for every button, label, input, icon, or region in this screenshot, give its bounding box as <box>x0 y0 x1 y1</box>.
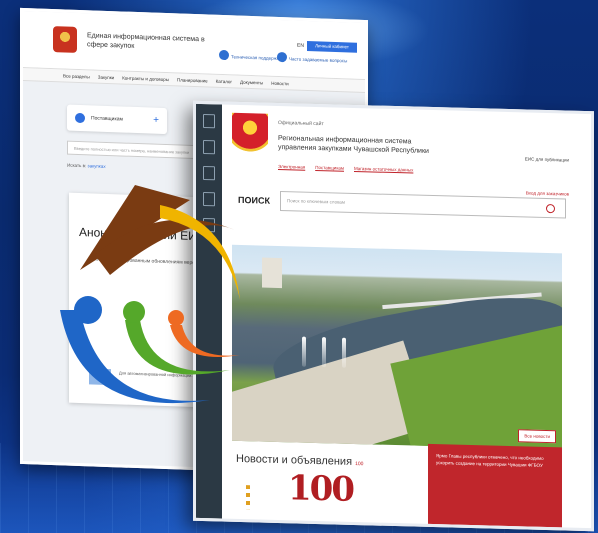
faq-icon[interactable] <box>277 51 287 63</box>
orange-figure-head <box>168 310 184 326</box>
anniversary-logo: 100 <box>288 468 353 510</box>
fountain <box>342 337 346 368</box>
plus-icon[interactable]: + <box>153 115 159 126</box>
check-icon <box>75 112 85 124</box>
support-icon[interactable] <box>219 49 229 61</box>
faq-link[interactable]: Часто задаваемые вопросы <box>289 56 347 63</box>
green-figure-head <box>123 301 145 323</box>
suppliers-tile[interactable]: Поставщикам + <box>67 104 167 135</box>
orange-arc <box>160 205 240 300</box>
news-item[interactable]: Ярмо Главы республики отмечено, что необ… <box>428 443 562 528</box>
news-heading: Новости и объявления 100 <box>236 453 363 468</box>
login-button[interactable]: Личный кабинет <box>307 40 357 53</box>
fountain <box>322 337 326 368</box>
site-title: Региональная информационная система упра… <box>278 134 429 155</box>
eis-publication-link[interactable]: ЕИС для публикации <box>525 156 569 162</box>
eis-title: Единая информационная система в сфере за… <box>87 32 205 50</box>
customer-login-link[interactable]: Вход для заказчиков <box>526 190 569 196</box>
menu-item[interactable]: Планирование <box>177 77 208 86</box>
home-icon[interactable] <box>203 114 215 129</box>
language-switch[interactable]: EN <box>297 43 304 49</box>
blue-figure-head <box>74 296 102 324</box>
menu-item[interactable]: Все разделы <box>63 73 90 82</box>
news-heading-text: Новости и объявления <box>236 452 353 468</box>
eis-header: Единая информационная система в сфере за… <box>23 11 365 79</box>
orange-figure-arc <box>170 325 240 357</box>
official-site-label: Официальный сайт <box>278 119 324 128</box>
procurement-logo <box>60 185 240 404</box>
menu-item[interactable]: Новости <box>271 81 288 90</box>
decorative-dots <box>246 485 250 510</box>
menu-item[interactable]: Контракты и договоры <box>122 75 169 85</box>
search-input[interactable]: Поиск по ключевым словам <box>280 191 566 219</box>
support-link[interactable]: Техническая поддержка <box>231 54 281 61</box>
header-link[interactable]: Магазин остаточных данных <box>354 166 413 173</box>
menu-item[interactable]: Каталог <box>216 79 232 88</box>
fountain <box>302 336 306 367</box>
all-news-button[interactable]: Все новости <box>518 429 556 444</box>
suppliers-label: Поставщикам <box>91 115 123 123</box>
document-icon[interactable] <box>203 140 215 155</box>
news-count: 100 <box>355 460 364 468</box>
menu-item[interactable]: Документы <box>240 80 263 89</box>
coat-of-arms-icon <box>53 26 77 53</box>
chuvash-emblem-icon <box>232 112 268 162</box>
magnifier-icon[interactable] <box>546 203 555 214</box>
menu-item[interactable]: Закупки <box>98 75 114 84</box>
header-link[interactable]: Поставщикам <box>315 165 344 171</box>
